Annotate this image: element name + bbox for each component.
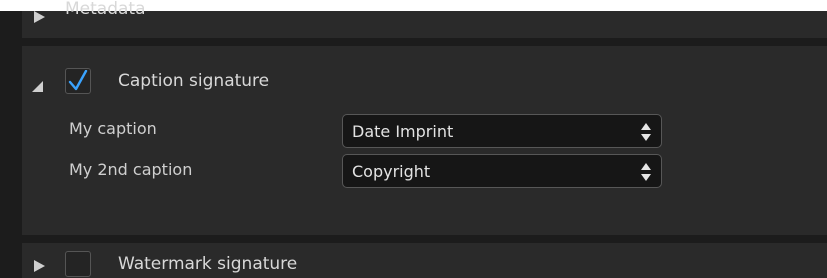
- caption-signature-panel: Caption signature My caption Date Imprin…: [22, 46, 827, 235]
- expand-arrow-icon[interactable]: [34, 260, 45, 272]
- caption-signature-title[interactable]: Caption signature: [118, 71, 269, 91]
- my-2nd-caption-label: My 2nd caption: [69, 160, 193, 179]
- my-2nd-caption-select[interactable]: Copyright: [342, 154, 662, 188]
- settings-window: Metadata Caption signature My caption Da…: [0, 0, 827, 278]
- watermark-signature-checkbox[interactable]: [65, 251, 91, 277]
- my-2nd-caption-value: Copyright: [352, 162, 431, 181]
- watermark-signature-panel: Watermark signature: [22, 243, 827, 278]
- my-caption-value: Date Imprint: [352, 122, 454, 141]
- up-down-arrows-icon: [641, 123, 651, 141]
- caption-signature-checkbox[interactable]: [65, 68, 91, 94]
- metadata-panel: Metadata: [22, 0, 827, 38]
- my-caption-label: My caption: [69, 119, 157, 138]
- up-down-arrows-icon: [641, 163, 651, 181]
- collapse-arrow-icon[interactable]: [32, 81, 43, 92]
- metadata-title[interactable]: Metadata: [65, 0, 146, 19]
- watermark-signature-title[interactable]: Watermark signature: [118, 254, 297, 274]
- expand-arrow-icon[interactable]: [34, 11, 45, 23]
- checkmark-icon: [68, 70, 88, 91]
- my-caption-select[interactable]: Date Imprint: [342, 114, 662, 148]
